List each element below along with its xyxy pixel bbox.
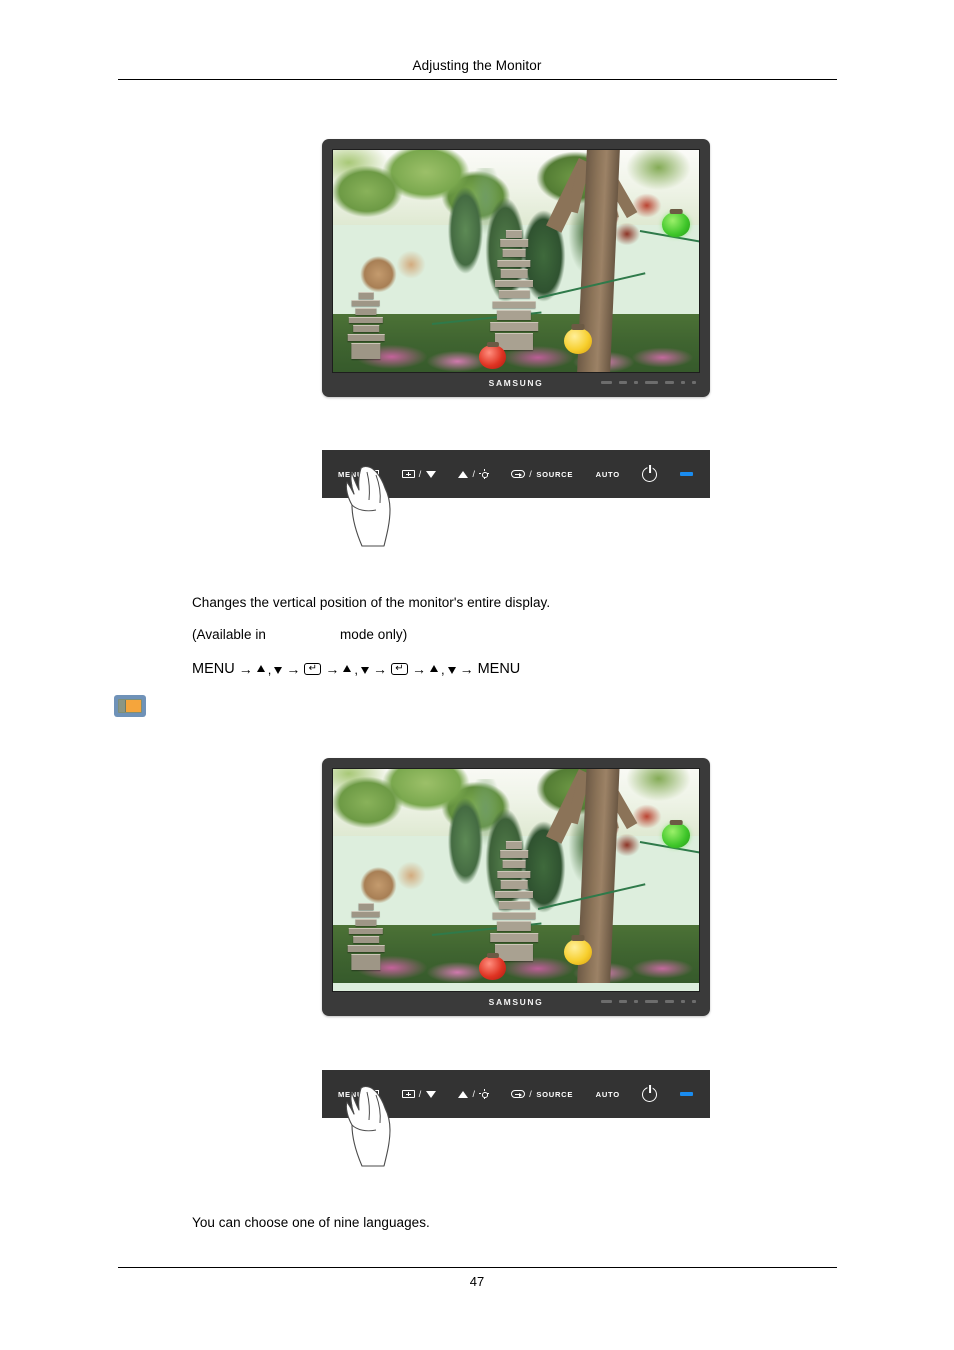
photo-lantern-green: [662, 208, 690, 237]
up-button-bottom[interactable]: /: [458, 1089, 490, 1099]
auto-button-label: AUTO: [595, 1089, 620, 1099]
up-button-top[interactable]: /: [458, 469, 490, 479]
enter-key-icon: ↵: [390, 663, 408, 675]
power-button-top[interactable]: [642, 466, 658, 482]
photo-lantern-green: [662, 819, 690, 848]
comma-separator: ,: [440, 661, 445, 677]
arrow-icon: →: [411, 661, 426, 677]
arrow-icon: →: [325, 661, 340, 677]
source-button-label: SOURCE: [536, 469, 574, 479]
power-led-top: [679, 472, 693, 476]
triangle-up-icon: [458, 470, 469, 478]
arrow-icon: →: [238, 661, 253, 677]
triangle-down-icon: [447, 666, 456, 674]
source-button-bottom[interactable]: / SOURCE: [511, 1089, 573, 1099]
menu-button-bottom[interactable]: MENU: [338, 1089, 380, 1099]
button-separator: /: [529, 1089, 533, 1099]
enter-key-icon: ↵: [304, 663, 322, 675]
menu-navigation-path: MENU → , → ↵ → , → ↵ → , → MENU: [192, 661, 520, 677]
arrow-icon: →: [459, 661, 474, 677]
menu-path-end-label: MENU: [477, 661, 521, 677]
control-panel-top: MENU / / / SOURCE AUTO: [322, 450, 710, 547]
language-description: You can choose one of nine languages.: [192, 1215, 430, 1230]
control-panel-bottom: MENU / / / SOURCE AUTO: [322, 1070, 710, 1167]
garden-photo: [333, 150, 699, 372]
led-indicator-icon: [679, 472, 693, 476]
availability-suffix: mode only): [340, 627, 408, 642]
auto-button-bottom[interactable]: AUTO: [596, 1090, 620, 1099]
footer-divider: [118, 1267, 837, 1268]
triangle-down-icon: [425, 1090, 436, 1098]
page-header-title: Adjusting the Monitor: [412, 58, 542, 73]
page-number: 47: [469, 1274, 485, 1289]
triangle-down-icon: [360, 666, 369, 674]
button-separator: /: [418, 1089, 422, 1099]
brightness-icon: [479, 469, 490, 479]
menu-button-label: MENU: [338, 469, 364, 479]
photo-lantern-red: [479, 342, 506, 369]
button-separator: /: [472, 469, 476, 479]
photo-stone-pagoda: [490, 840, 538, 961]
bezel-button-markings: [601, 381, 696, 384]
vposition-description: Changes the vertical position of the mon…: [192, 595, 551, 610]
button-separator: /: [472, 1089, 476, 1099]
display-mode-icon-inner: [118, 699, 142, 713]
bezel-button-markings: [601, 1000, 696, 1003]
box-plus-icon: [401, 1090, 415, 1098]
triangle-up-icon: [343, 664, 352, 672]
monitor-bottom-bezel: SAMSUNG: [332, 373, 700, 397]
box-arrow-icon: [511, 470, 526, 478]
button-separator: /: [418, 469, 422, 479]
box-arrow-icon: [511, 1090, 526, 1098]
photo-small-pagoda: [347, 903, 385, 970]
arrow-icon: →: [372, 661, 387, 677]
menu-grid-icon: [366, 470, 380, 478]
photo-small-pagoda: [347, 292, 385, 359]
led-indicator-icon: [679, 1092, 693, 1096]
source-button-top[interactable]: / SOURCE: [511, 469, 573, 479]
arrow-icon: →: [286, 661, 301, 677]
comma-separator: ,: [267, 661, 272, 677]
down-button-top[interactable]: /: [401, 469, 436, 479]
auto-button-top[interactable]: AUTO: [596, 470, 620, 479]
photo-stone-pagoda: [490, 229, 538, 350]
photo-lantern-yellow: [563, 323, 593, 355]
triangle-up-icon: [256, 664, 265, 672]
monitor-screen-top: [332, 149, 700, 373]
comma-separator: ,: [354, 661, 358, 677]
display-mode-icon: [114, 695, 146, 717]
menu-path-start-label: MENU: [192, 661, 235, 677]
availability-prefix: (Available in: [192, 627, 266, 642]
button-separator: /: [529, 469, 533, 479]
power-icon: [642, 1086, 658, 1102]
menu-button-label: MENU: [338, 1089, 364, 1099]
menu-grid-icon: [366, 1090, 380, 1098]
triangle-up-icon: [429, 664, 438, 672]
source-button-label: SOURCE: [536, 1089, 574, 1099]
garden-photo: [333, 769, 699, 983]
document-page: Adjusting the Monitor SAMSUNG MENU / / /…: [0, 0, 954, 1350]
monitor-bottom-bezel: SAMSUNG: [332, 992, 700, 1016]
monitor-illustration-bottom: SAMSUNG: [322, 758, 710, 1016]
down-button-bottom[interactable]: /: [401, 1089, 436, 1099]
triangle-up-icon: [458, 1090, 469, 1098]
power-icon: [642, 466, 658, 482]
auto-button-label: AUTO: [595, 469, 620, 479]
brightness-icon: [479, 1089, 490, 1099]
monitor-illustration-top: SAMSUNG: [322, 139, 710, 397]
triangle-down-icon: [425, 470, 436, 478]
menu-button-top[interactable]: MENU: [338, 469, 380, 479]
power-button-bottom[interactable]: [642, 1086, 658, 1102]
photo-lantern-yellow: [563, 934, 593, 966]
photo-lantern-red: [479, 953, 506, 980]
display-mode-icon-segment: [119, 700, 126, 712]
header-divider: [118, 79, 837, 80]
triangle-down-icon: [274, 666, 283, 674]
monitor-screen-bottom: [332, 768, 700, 992]
box-plus-icon: [401, 470, 415, 478]
power-led-bottom: [679, 1092, 693, 1096]
